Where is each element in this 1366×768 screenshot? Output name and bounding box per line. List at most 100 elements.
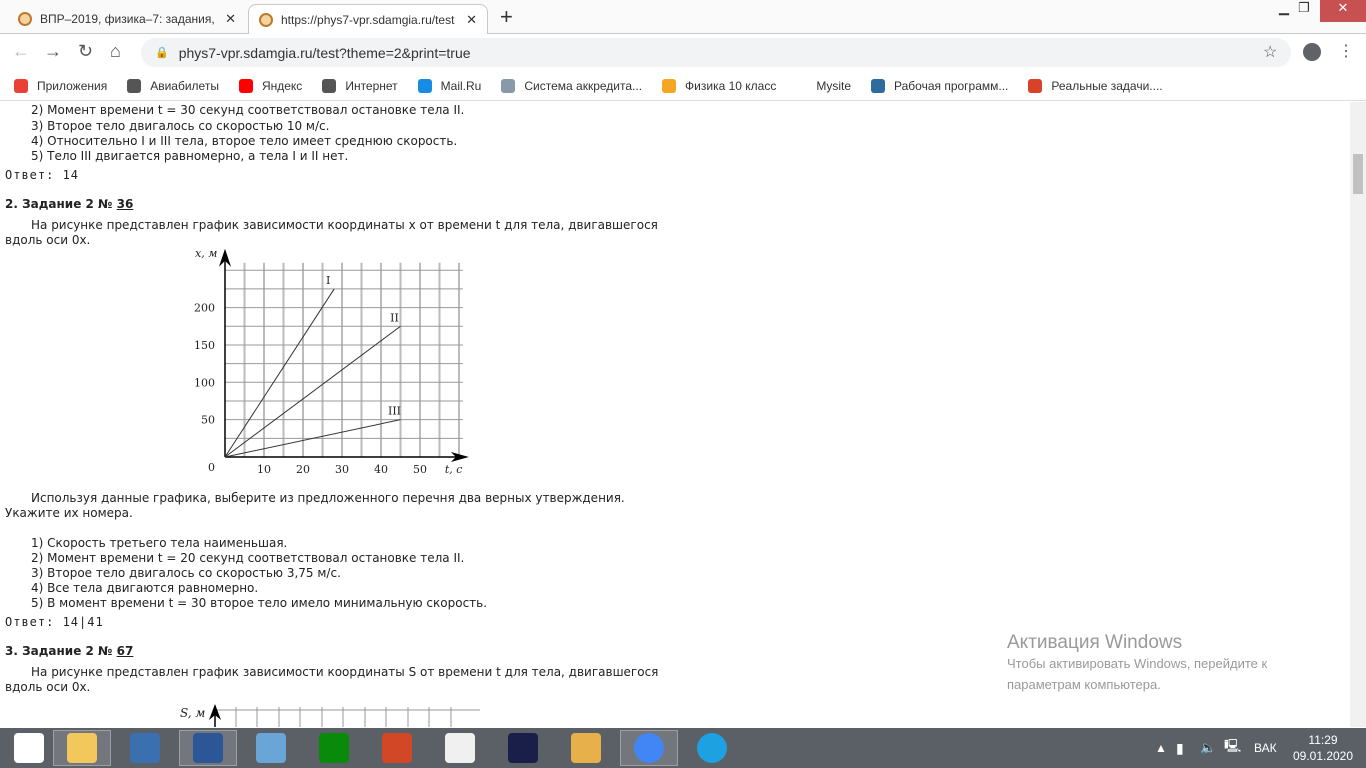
rocket-icon <box>1028 78 1043 93</box>
bookmarks-bar: Приложения Авиабилеты Яндекс Интернет Mail.R… <box>0 71 1366 101</box>
word-icon <box>193 733 223 763</box>
x-tick-label: 40 <box>374 463 388 476</box>
task3-chart-grid <box>209 704 480 727</box>
origin-label: 0 <box>208 461 215 474</box>
calculator-icon <box>256 733 286 763</box>
lock-icon: 🔒 <box>155 47 169 59</box>
bookmark-star-icon[interactable]: ☆ <box>1263 42 1277 62</box>
video-icon <box>662 78 677 93</box>
restore-button[interactable]: ❐ <box>1284 0 1324 22</box>
taskbar-start[interactable] <box>0 730 58 766</box>
task2-item: 1) Скорость третьего тела наименьшая. <box>31 536 288 550</box>
sdamgia-favicon-icon <box>259 12 273 27</box>
night-app-icon <box>508 733 538 763</box>
back-icon[interactable]: ← <box>12 41 30 62</box>
yandex-icon <box>238 78 253 93</box>
y-tick-label: 200 <box>194 302 215 315</box>
chrome-icon <box>634 733 664 763</box>
series-line-I <box>224 288 335 458</box>
y-tick-label: 50 <box>201 414 215 427</box>
series-label: III <box>388 405 401 418</box>
series-label: I <box>326 274 330 287</box>
address-bar[interactable]: 🔒 phys7-vpr.sdamgia.ru/test?theme=2&print… <box>141 38 1291 67</box>
taskbar: ▲ ▮ 🔈 🖳 ВАК 11:29 09.01.2020 <box>0 728 1366 768</box>
clock[interactable]: 11:29 09.01.2020 <box>1290 732 1356 764</box>
page-scrollbar[interactable] <box>1350 102 1366 727</box>
taskbar-paint[interactable] <box>557 730 615 766</box>
volume-icon[interactable]: 🔈 <box>1200 728 1216 768</box>
scrollbar-thumb[interactable] <box>1353 154 1363 194</box>
bookmark-item[interactable]: Mysite <box>816 79 851 93</box>
task2-question: Используя данные графика, выберите из пр… <box>31 491 625 505</box>
file-explorer-icon <box>67 733 97 763</box>
menu-icon[interactable]: ⋮ <box>1338 41 1354 61</box>
mailru-icon <box>417 78 432 93</box>
yandex-browser-icon <box>445 733 475 763</box>
language-indicator[interactable]: ВАК <box>1254 728 1277 768</box>
taskbar-file-explorer[interactable] <box>53 730 111 766</box>
taskbar-store[interactable] <box>305 730 363 766</box>
bookmark-item[interactable]: Интернет <box>322 78 398 93</box>
bookmark-item[interactable]: Яндекс <box>238 78 302 93</box>
bookmark-item[interactable]: Физика 10 класс <box>662 78 776 93</box>
task3-text: На рисунке представлен график зависимост… <box>31 665 659 679</box>
bookmark-item[interactable]: Mail.Ru <box>417 78 481 93</box>
x-tick-label: 30 <box>335 463 349 476</box>
taskbar-night-app[interactable] <box>494 730 552 766</box>
profile-icon[interactable] <box>1303 43 1321 61</box>
task3-link[interactable]: 67 <box>117 644 134 658</box>
bookmark-item[interactable]: Система аккредита... <box>501 78 642 93</box>
y-tick-label: 100 <box>194 376 215 389</box>
taskbar-chrome[interactable] <box>620 730 678 766</box>
y-axis-label: x, м <box>195 247 217 260</box>
y-tick-label: 150 <box>194 339 215 352</box>
tab-vpr[interactable]: ВПР–2019, физика–7: задания, о ✕ <box>8 4 246 34</box>
apps-grid-icon <box>14 78 28 93</box>
reload-icon[interactable]: ↻ <box>78 41 93 62</box>
app-red-icon <box>382 733 412 763</box>
tab-test[interactable]: https://phys7-vpr.sdamgia.ru/test ✕ <box>248 4 488 34</box>
bookmark-item[interactable]: Авиабилеты <box>127 78 219 93</box>
media-player-icon <box>130 733 160 763</box>
browser-toolbar: ← → ↻ ⌂ 🔒 phys7-vpr.sdamgia.ru/test?theme… <box>0 35 1366 71</box>
new-tab-button[interactable]: + <box>500 4 513 30</box>
globe-icon <box>322 78 337 93</box>
task2-item: 5) В момент времени t = 30 второе тело и… <box>31 596 488 610</box>
close-tab-icon[interactable]: ✕ <box>225 11 236 27</box>
bookmark-item[interactable]: Реальные задачи.... <box>1028 78 1163 93</box>
x-axis-label: t, с <box>445 463 463 476</box>
task3-text: вдоль оси 0x. <box>5 680 91 694</box>
bookmark-item[interactable]: Рабочая программ... <box>871 78 1008 93</box>
task2-question: Укажите их номера. <box>5 506 133 520</box>
check-icon <box>871 78 885 93</box>
close-tab-icon[interactable]: ✕ <box>466 12 477 28</box>
close-window-button[interactable]: ✕ <box>1320 0 1366 22</box>
x-tick-label: 10 <box>257 463 271 476</box>
internet-explorer-icon <box>697 733 727 763</box>
taskbar-word[interactable] <box>179 730 237 766</box>
x-tick-label: 50 <box>413 463 427 476</box>
task3-axis-label: S, м <box>180 706 206 720</box>
bookmark-item[interactable]: Приложения <box>14 78 107 93</box>
tab-bar: ВПР–2019, физика–7: задания, о ✕ https://… <box>0 0 1366 34</box>
store-icon <box>319 733 349 763</box>
taskbar-app-red[interactable] <box>368 730 426 766</box>
task2-item: 3) Второе тело двигалось со скоростью 3,… <box>31 566 341 580</box>
task2-answer: Ответ: 14|41 <box>5 615 104 629</box>
forward-icon[interactable]: → <box>44 41 62 62</box>
task3-heading: 3. Задание 2 № 67 <box>5 644 134 658</box>
battery-icon[interactable]: ▮ <box>1176 728 1184 768</box>
database-icon <box>501 78 516 93</box>
show-hidden-icons[interactable]: ▲ <box>1155 728 1167 768</box>
taskbar-yandex-browser[interactable] <box>431 730 489 766</box>
series-label: II <box>390 311 399 324</box>
taskbar-media-player[interactable] <box>116 730 174 766</box>
x-t-chart: 10 20 30 40 50501001502000x, мt, сIIIIII <box>194 247 469 476</box>
network-icon[interactable]: 🖳 <box>1224 728 1241 768</box>
taskbar-calculator[interactable] <box>242 730 300 766</box>
home-icon[interactable]: ⌂ <box>110 41 121 62</box>
sdamgia-favicon-icon <box>18 12 32 26</box>
taskbar-internet-explorer[interactable] <box>683 730 741 766</box>
series-line-II <box>224 325 401 458</box>
windows-activation-notice: Активация Windows Чтобы активировать Win… <box>1007 632 1268 692</box>
